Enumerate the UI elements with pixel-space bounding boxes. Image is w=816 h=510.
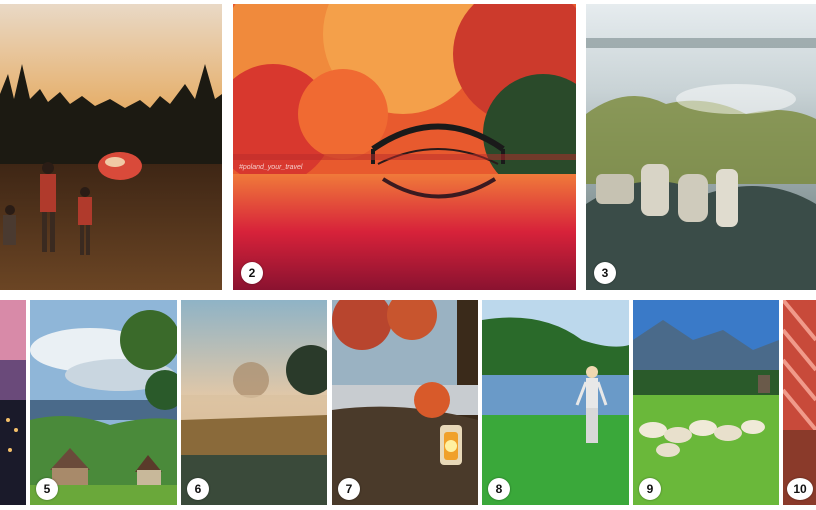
photo-9-number-badge: 9: [639, 478, 661, 500]
photo-5-mountain-village[interactable]: 5: [30, 300, 177, 505]
photo-10-red-partial[interactable]: 10: [783, 300, 816, 505]
photo-7-number-badge: 7: [338, 478, 360, 500]
photo-6-number-badge: 6: [187, 478, 209, 500]
photo-1-camping-sunset[interactable]: [0, 4, 222, 290]
photo-7-art: [332, 300, 478, 505]
photo-3-misty-rocks[interactable]: 3: [586, 4, 816, 290]
photo-9-sheep-pasture[interactable]: 9: [633, 300, 779, 505]
photo-10-number-badge: 10: [787, 478, 813, 500]
photo-2-watermark: #poland_your_travel: [239, 164, 303, 171]
photo-8-number-badge: 8: [488, 478, 510, 500]
photo-9-art: [633, 300, 779, 505]
photo-8-lake-woman[interactable]: 8: [482, 300, 629, 505]
photo-5-number-badge: 5: [36, 478, 58, 500]
photo-3-number-badge: 3: [594, 262, 616, 284]
photo-4-city-night-partial[interactable]: [0, 300, 26, 505]
photo-7-lantern-lake[interactable]: 7: [332, 300, 478, 505]
photo-3-art: [586, 4, 816, 290]
photo-1-art: [0, 4, 222, 290]
photo-2-art: [233, 4, 576, 290]
photo-2-autumn-bridge[interactable]: #poland_your_travel 2: [233, 4, 576, 290]
photo-10-art: [783, 300, 816, 505]
photo-6-foggy-meadow[interactable]: 6: [181, 300, 327, 505]
photo-5-art: [30, 300, 177, 505]
photo-4-art: [0, 300, 26, 505]
photo-2-number-badge: 2: [241, 262, 263, 284]
photo-8-art: [482, 300, 629, 505]
photo-6-art: [181, 300, 327, 505]
